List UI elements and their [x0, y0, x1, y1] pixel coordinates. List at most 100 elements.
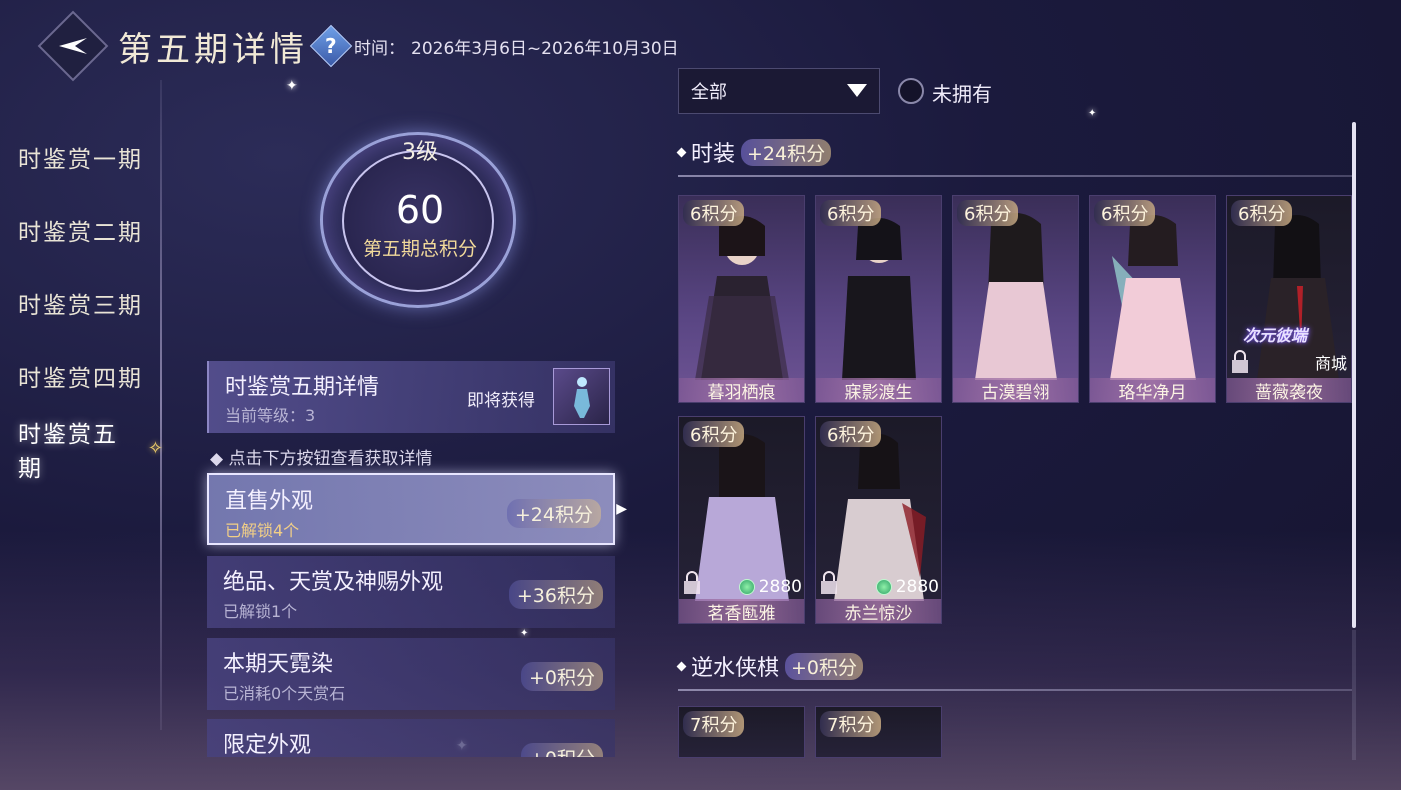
brand-logo: 次元彼端 — [1243, 326, 1308, 345]
lock-icon — [684, 571, 700, 594]
card-points: 6积分 — [820, 421, 882, 447]
section-bullet-icon — [676, 147, 687, 157]
card-points: 6积分 — [683, 421, 745, 447]
price: 2880 — [875, 577, 939, 597]
category-subtitle: 已解锁4个 — [225, 521, 300, 540]
outfit-card[interactable]: 6积分 次元彼端 商城 蔷薇袭夜 — [1226, 195, 1352, 403]
score-ring: 3级 60 第五期总积分 — [310, 120, 530, 310]
chess-card[interactable]: 7积分 — [678, 706, 805, 758]
score-label: 第五期总积分 — [362, 238, 477, 260]
category-premium[interactable]: 绝品、天赏及神赐外观 已解锁1个 +36积分 — [207, 556, 615, 628]
period-nav: 时鉴赏一期 时鉴赏二期 时鉴赏三期 时鉴赏四期 时鉴赏五期 ✧ — [0, 120, 165, 485]
section-points: +0积分 — [785, 652, 864, 680]
nav-item-period-1[interactable]: 时鉴赏一期 — [0, 120, 165, 193]
detail-title: 时鉴赏五期详情 — [225, 375, 380, 400]
category-title: 限定外观 — [223, 733, 312, 757]
category-direct-sale[interactable]: 直售外观 已解锁4个 +24积分 ▶ — [207, 473, 627, 545]
page-title: 第五期详情 — [118, 29, 308, 70]
soon-label: 即将获得 — [467, 391, 535, 411]
coin-icon — [875, 579, 892, 595]
category-subtitle: 已解锁1个 — [223, 602, 298, 621]
sparkle-icon: ✦ — [286, 78, 298, 94]
unowned-label: 未拥有 — [932, 82, 992, 106]
section-divider — [678, 689, 1352, 691]
selected-arrow-icon: ▶ — [616, 501, 627, 517]
card-name: 珞华净月 — [1090, 378, 1215, 402]
outfit-card[interactable]: 6积分 古漠碧翎 — [952, 195, 1079, 403]
category-title: 直售外观 — [225, 489, 314, 514]
card-points: 7积分 — [820, 711, 882, 737]
figure-silhouette-icon — [573, 376, 590, 418]
filter-dropdown[interactable]: 全部 — [678, 68, 880, 114]
time-value: 2026年3月6日~2026年10月30日 — [411, 38, 679, 59]
scrollbar-track[interactable] — [1352, 630, 1356, 760]
period-detail-card[interactable]: 时鉴赏五期详情 当前等级：3 即将获得 — [207, 361, 615, 433]
card-name: 暮羽栖痕 — [679, 378, 804, 402]
nav-item-label: 时鉴赏二期 — [18, 219, 143, 246]
category-points: +36积分 — [508, 580, 603, 609]
category-subtitle: 已消耗0个天赏石 — [223, 684, 346, 703]
outfit-card[interactable]: 6积分 2880 赤兰惊沙 — [815, 416, 942, 624]
price-value: 2880 — [758, 577, 802, 597]
section-title: 逆水侠棋 — [691, 656, 780, 681]
card-name: 蔷薇袭夜 — [1227, 378, 1351, 402]
outfit-card[interactable]: 6积分 寐影渡生 — [815, 195, 942, 403]
lock-icon — [821, 571, 837, 594]
category-limited[interactable]: 限定外观 +0积分 — [207, 719, 615, 757]
nav-item-label: 时鉴赏一期 — [18, 146, 143, 173]
nav-item-period-5[interactable]: 时鉴赏五期 ✧ — [0, 412, 165, 485]
card-name: 赤兰惊沙 — [816, 599, 941, 623]
category-points: +0积分 — [520, 662, 603, 691]
back-arrow-icon — [59, 38, 87, 54]
card-points: 6积分 — [1231, 200, 1293, 226]
card-points: 7积分 — [683, 711, 745, 737]
outfit-card[interactable]: 6积分 2880 茗香匦雅 — [678, 416, 805, 624]
card-points: 6积分 — [820, 200, 882, 226]
card-name: 茗香匦雅 — [679, 599, 804, 623]
level-text: 3级 — [402, 140, 438, 165]
category-points: +0积分 — [520, 743, 603, 757]
current-level: 当前等级：3 — [225, 406, 316, 425]
section-title: 时装 — [691, 142, 736, 167]
question-icon[interactable]: ? — [309, 24, 353, 68]
scrollbar-thumb[interactable] — [1352, 122, 1356, 628]
section-header-fashion: 时装 +24积分 — [676, 136, 832, 168]
sparkle-icon: ✦ — [1088, 108, 1097, 119]
card-points: 6积分 — [1094, 200, 1156, 226]
price: 2880 — [738, 577, 802, 597]
lock-icon — [1232, 350, 1248, 373]
unowned-radio[interactable] — [898, 78, 924, 104]
section-divider — [678, 175, 1352, 177]
category-title: 本期天霓染 — [223, 652, 334, 677]
card-points: 6积分 — [957, 200, 1019, 226]
shop-label: 商城 — [1314, 354, 1347, 373]
price-value: 2880 — [895, 577, 939, 597]
card-name: 寐影渡生 — [816, 378, 941, 402]
nav-item-period-3[interactable]: 时鉴赏三期 — [0, 266, 165, 339]
category-title: 绝品、天赏及神赐外观 — [223, 570, 444, 595]
hint-text: ◆ 点击下方按钮查看获取详情 — [210, 449, 433, 469]
nav-item-period-2[interactable]: 时鉴赏二期 — [0, 193, 165, 266]
section-header-chess: 逆水侠棋 +0积分 — [676, 650, 864, 682]
nav-item-period-4[interactable]: 时鉴赏四期 — [0, 339, 165, 412]
section-bullet-icon — [676, 661, 687, 671]
dropdown-arrow-icon — [847, 84, 867, 97]
nav-item-label: 时鉴赏五期 — [18, 421, 118, 482]
outfit-card[interactable]: 6积分 珞华净月 — [1089, 195, 1216, 403]
card-points: 6积分 — [683, 200, 745, 226]
next-reward-thumbnail[interactable] — [553, 368, 610, 425]
nav-item-label: 时鉴赏四期 — [18, 365, 143, 392]
hint-label: 点击下方按钮查看获取详情 — [228, 449, 433, 469]
chess-card[interactable]: 7积分 — [815, 706, 942, 758]
section-points: +24积分 — [741, 138, 832, 166]
active-indicator-icon: ✧ — [147, 438, 165, 459]
category-points: +24积分 — [506, 499, 601, 528]
outfit-card[interactable]: 6积分 暮羽栖痕 — [678, 195, 805, 403]
category-dye[interactable]: 本期天霓染 已消耗0个天赏石 +0积分 — [207, 638, 615, 710]
filter-selected: 全部 — [691, 82, 727, 103]
coin-icon — [738, 579, 755, 595]
back-button[interactable] — [37, 10, 109, 82]
header: 第五期详情 ? 时间： 2026年3月6日~2026年10月30日 — [37, 10, 679, 82]
total-score: 60 — [395, 188, 445, 232]
card-name: 古漠碧翎 — [953, 378, 1078, 402]
